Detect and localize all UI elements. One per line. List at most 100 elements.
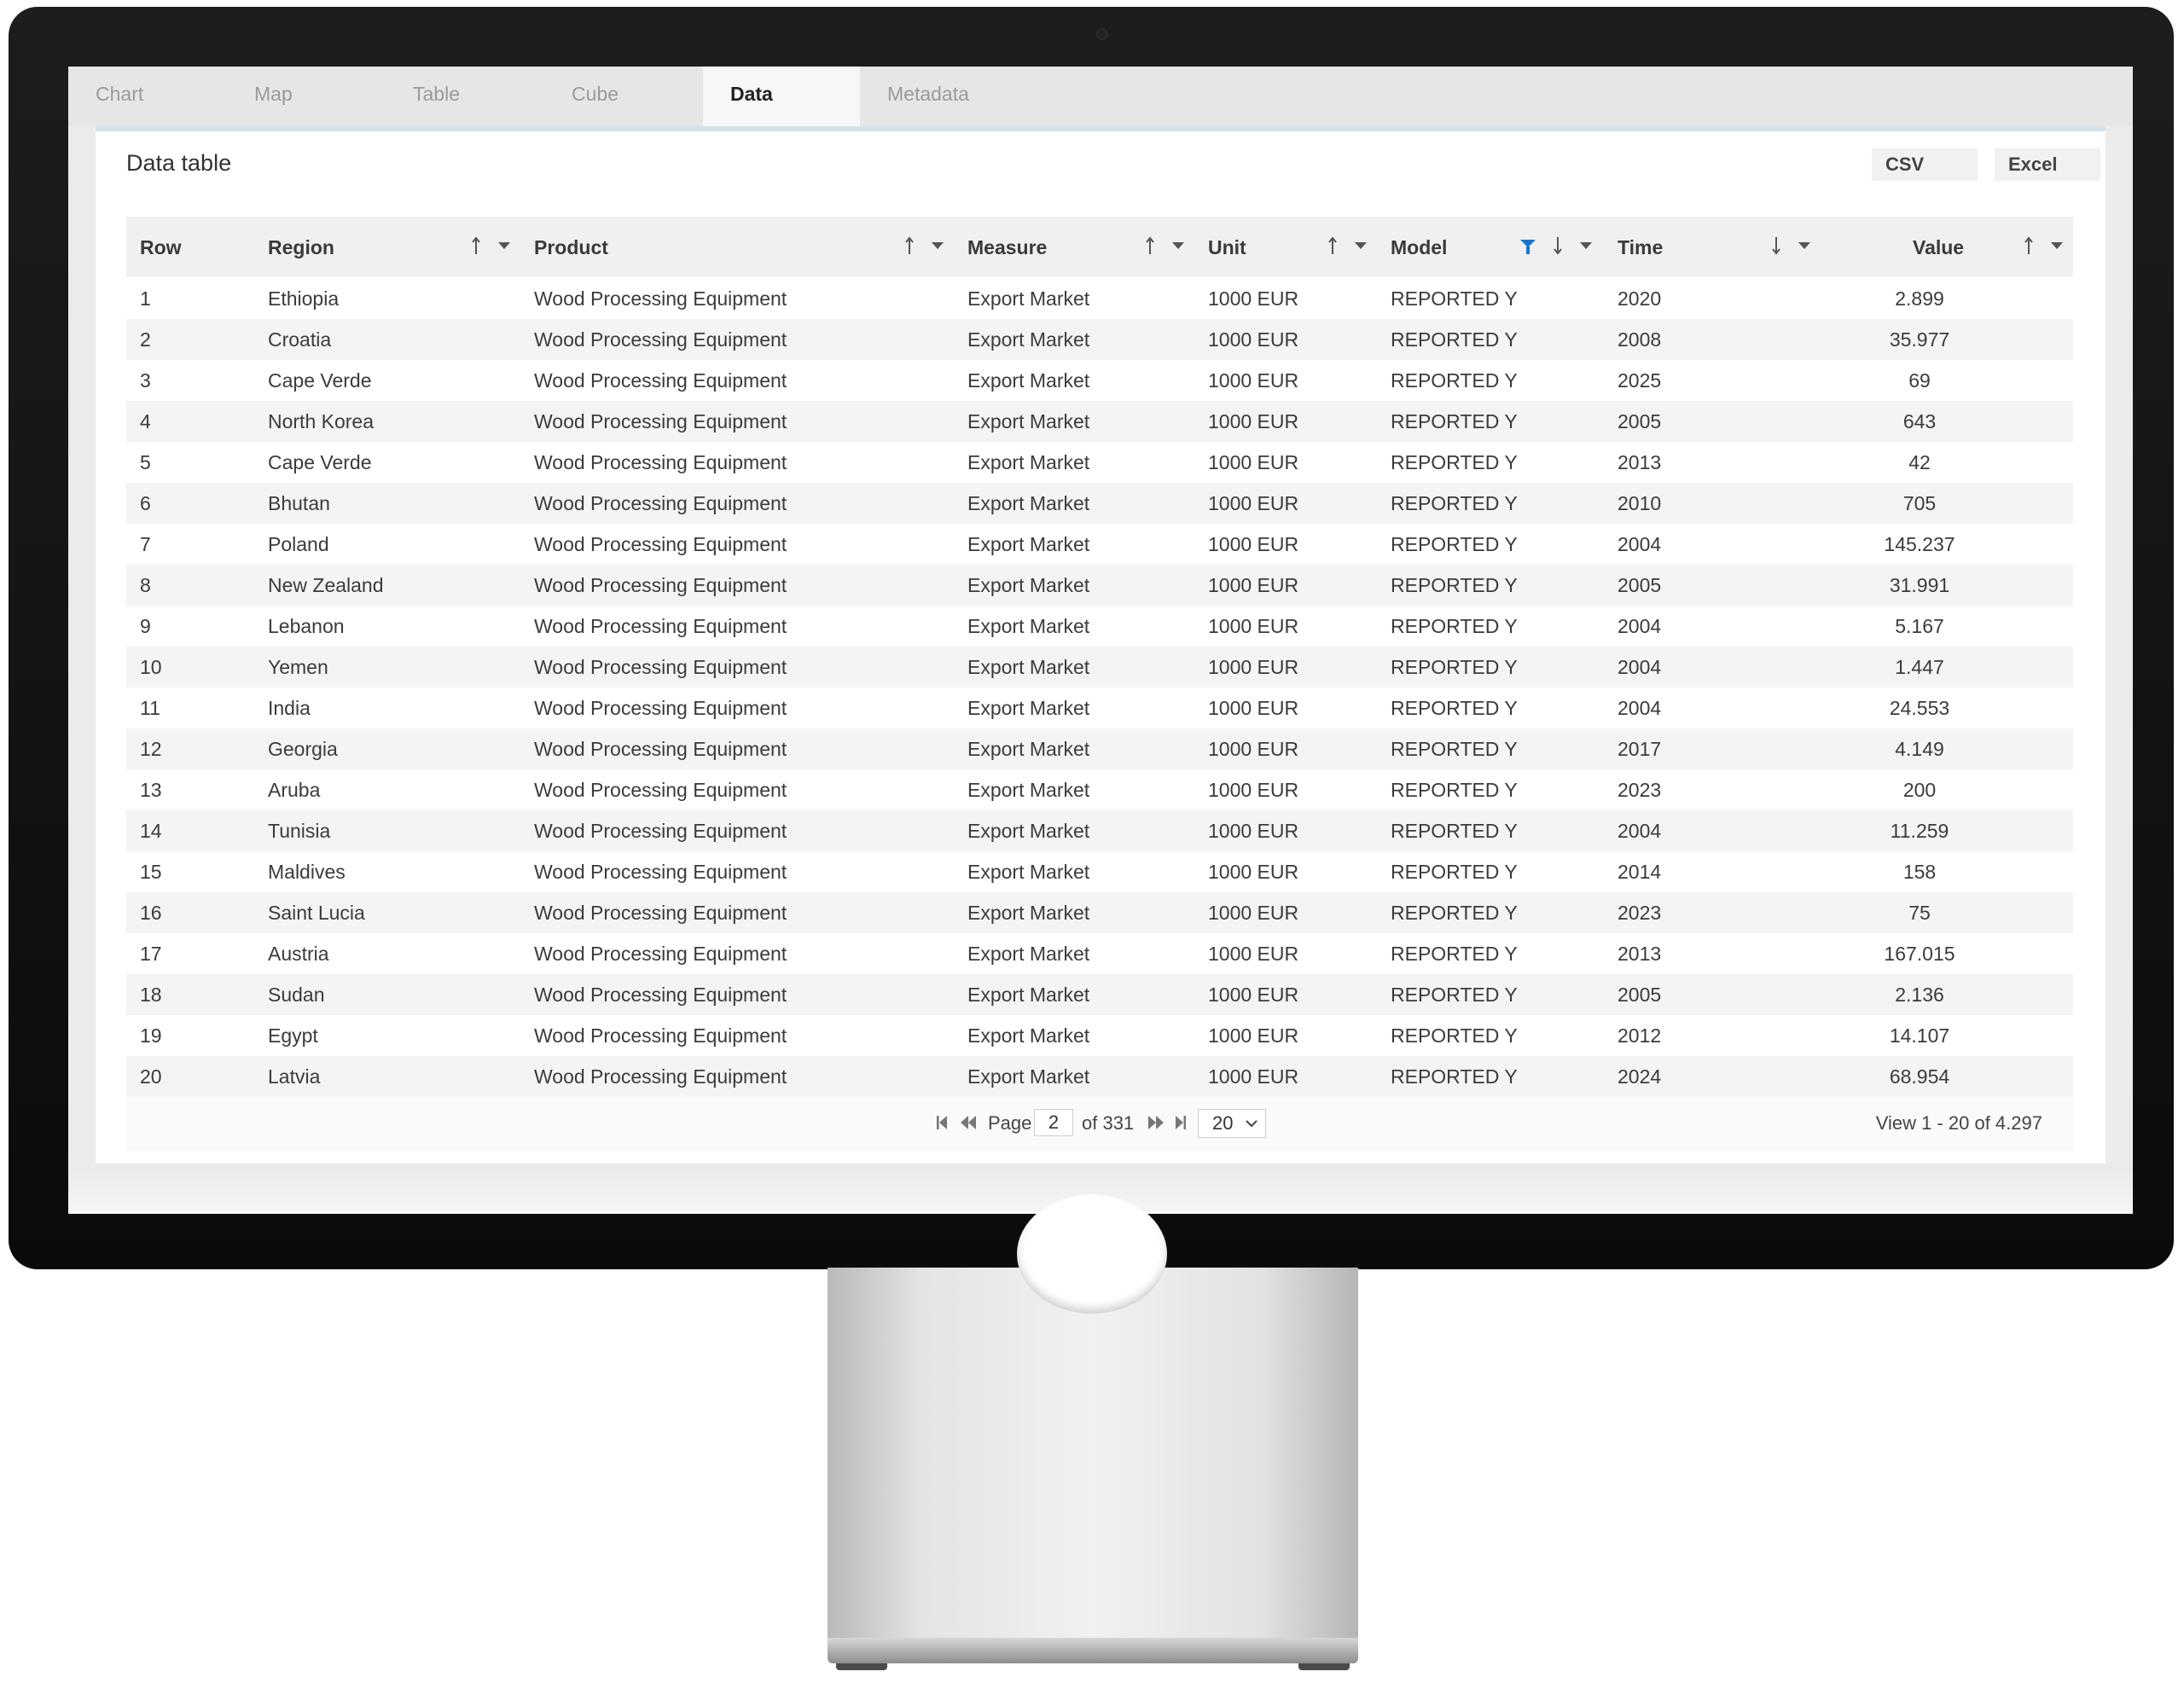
header-region[interactable]: Region (268, 217, 334, 276)
table-row[interactable]: 8 New Zealand Wood Processing Equipment Exp… (126, 565, 2073, 606)
cell-unit: 1000 EUR (1208, 902, 1299, 924)
table-row[interactable]: 18 Sudan Wood Processing Equipment Export M… (126, 974, 2073, 1015)
cell-row: 17 (140, 943, 162, 965)
cell-model: REPORTED Y (1391, 820, 1518, 842)
page-count-label: of 331 (1082, 1112, 1135, 1134)
cell-unit: 1000 EUR (1208, 492, 1299, 514)
filter-icon[interactable] (1520, 240, 1536, 254)
cell-region: Latvia (268, 1065, 321, 1088)
sort-asc-icon[interactable] (904, 235, 915, 256)
column-menu-icon[interactable] (1798, 242, 1810, 249)
sort-desc-icon[interactable] (1553, 235, 1563, 256)
cell-unit: 1000 EUR (1208, 738, 1299, 760)
cell-model: REPORTED Y (1391, 656, 1518, 678)
header-model[interactable]: Model (1391, 217, 1447, 276)
header-measure[interactable]: Measure (967, 217, 1047, 276)
cell-product: Wood Processing Equipment (534, 1024, 787, 1047)
header-time[interactable]: Time (1618, 217, 1663, 276)
cell-product: Wood Processing Equipment (534, 287, 787, 310)
table-row[interactable]: 4 North Korea Wood Processing Equipment Exp… (126, 401, 2073, 442)
table-row[interactable]: 12 Georgia Wood Processing Equipment Export… (126, 728, 2073, 769)
cell-product: Wood Processing Equipment (534, 369, 787, 392)
cell-model: REPORTED Y (1391, 779, 1518, 801)
cell-measure: Export Market (967, 779, 1090, 801)
cell-region: Ethiopia (268, 287, 340, 310)
cell-row: 11 (140, 697, 160, 719)
cell-product: Wood Processing Equipment (534, 902, 787, 924)
cell-unit: 1000 EUR (1208, 574, 1299, 596)
page-size-select[interactable]: 20 (1198, 1109, 1266, 1138)
column-menu-icon[interactable] (1580, 242, 1592, 249)
table-row[interactable]: 11 India Wood Processing Equipment Export M… (126, 688, 2073, 728)
csv-export-button[interactable]: CSV (1872, 148, 1978, 181)
cell-region: North Korea (268, 410, 375, 432)
column-menu-icon[interactable] (1172, 242, 1184, 249)
cell-unit: 1000 EUR (1208, 820, 1299, 842)
table-row[interactable]: 16 Saint Lucia Wood Processing Equipment Ex… (126, 892, 2073, 933)
cell-value: 14.107 (1889, 1024, 1950, 1047)
table-row[interactable]: 15 Maldives Wood Processing Equipment Expor… (126, 851, 2073, 892)
cell-unit: 1000 EUR (1208, 369, 1299, 392)
header-row[interactable]: Row (140, 217, 182, 276)
cell-region: Poland (268, 533, 329, 555)
cell-product: Wood Processing Equipment (534, 779, 787, 801)
table-row[interactable]: 7 Poland Wood Processing Equipment Export M… (126, 524, 2073, 565)
cell-unit: 1000 EUR (1208, 328, 1299, 351)
cell-time: 2004 (1618, 697, 1662, 719)
table-row[interactable]: 3 Cape Verde Wood Processing Equipment Expo… (126, 360, 2073, 401)
column-menu-icon[interactable] (498, 242, 510, 249)
header-product[interactable]: Product (534, 217, 608, 276)
sort-desc-icon[interactable] (1771, 235, 1781, 256)
table-row[interactable]: 20 Latvia Wood Processing Equipment Export … (126, 1056, 2073, 1097)
sort-asc-icon[interactable] (2024, 235, 2034, 256)
column-menu-icon[interactable] (932, 242, 944, 249)
column-menu-icon[interactable] (1355, 242, 1367, 249)
sort-asc-icon[interactable] (1327, 235, 1338, 256)
cell-unit: 1000 EUR (1208, 697, 1299, 719)
cell-measure: Export Market (967, 451, 1090, 473)
previous-page-icon[interactable] (959, 1112, 978, 1133)
cell-product: Wood Processing Equipment (534, 738, 787, 760)
table-row[interactable]: 10 Yemen Wood Processing Equipment Export M… (126, 647, 2073, 688)
table-row[interactable]: 6 Bhutan Wood Processing Equipment Export M… (126, 483, 2073, 524)
cell-model: REPORTED Y (1391, 369, 1518, 392)
cell-product: Wood Processing Equipment (534, 656, 787, 678)
first-page-icon[interactable] (935, 1112, 949, 1133)
table-row[interactable]: 13 Aruba Wood Processing Equipment Export M… (126, 769, 2073, 810)
sort-asc-icon[interactable] (1145, 235, 1155, 256)
records-info: View 1 - 20 of 4.297 (1875, 1112, 2042, 1134)
header-unit[interactable]: Unit (1208, 217, 1246, 276)
cell-model: REPORTED Y (1391, 943, 1518, 965)
cell-model: REPORTED Y (1391, 984, 1518, 1006)
cell-measure: Export Market (967, 533, 1090, 555)
tab-chart[interactable]: Chart (68, 67, 227, 126)
column-menu-icon[interactable] (2051, 242, 2063, 249)
table-row[interactable]: 2 Croatia Wood Processing Equipment Export … (126, 319, 2073, 360)
page-number-input[interactable] (1034, 1109, 1073, 1136)
tab-map[interactable]: Map (227, 67, 386, 126)
tab-cube[interactable]: Cube (544, 67, 703, 126)
tab-data[interactable]: Data (703, 67, 860, 126)
cell-model: REPORTED Y (1391, 451, 1518, 473)
next-page-icon[interactable] (1147, 1112, 1165, 1133)
tab-table[interactable]: Table (386, 67, 544, 126)
last-page-icon[interactable] (1174, 1112, 1188, 1133)
table-row[interactable]: 5 Cape Verde Wood Processing Equipment Expo… (126, 442, 2073, 483)
cell-unit: 1000 EUR (1208, 861, 1299, 883)
table-row[interactable]: 1 Ethiopia Wood Processing Equipment Export… (126, 278, 2073, 319)
cell-region: Cape Verde (268, 451, 372, 473)
cell-region: Georgia (268, 738, 338, 760)
cell-measure: Export Market (967, 738, 1090, 760)
table-row[interactable]: 17 Austria Wood Processing Equipment Export… (126, 933, 2073, 974)
cell-row: 20 (140, 1065, 162, 1088)
table-row[interactable]: 9 Lebanon Wood Processing Equipment Export … (126, 606, 2073, 647)
cell-unit: 1000 EUR (1208, 615, 1299, 637)
header-value[interactable]: Value (1913, 217, 1964, 276)
table-row[interactable]: 14 Tunisia Wood Processing Equipment Export… (126, 810, 2073, 851)
excel-export-button[interactable]: Excel (1995, 148, 2100, 181)
cell-region: Lebanon (268, 615, 345, 637)
table-row[interactable]: 19 Egypt Wood Processing Equipment Export M… (126, 1015, 2073, 1056)
pagination-bar: Page of 331 20 View 1 - 20 of 4.297 (126, 1104, 2073, 1143)
sort-asc-icon[interactable] (471, 235, 481, 256)
tab-metadata[interactable]: Metadata (860, 67, 1031, 126)
